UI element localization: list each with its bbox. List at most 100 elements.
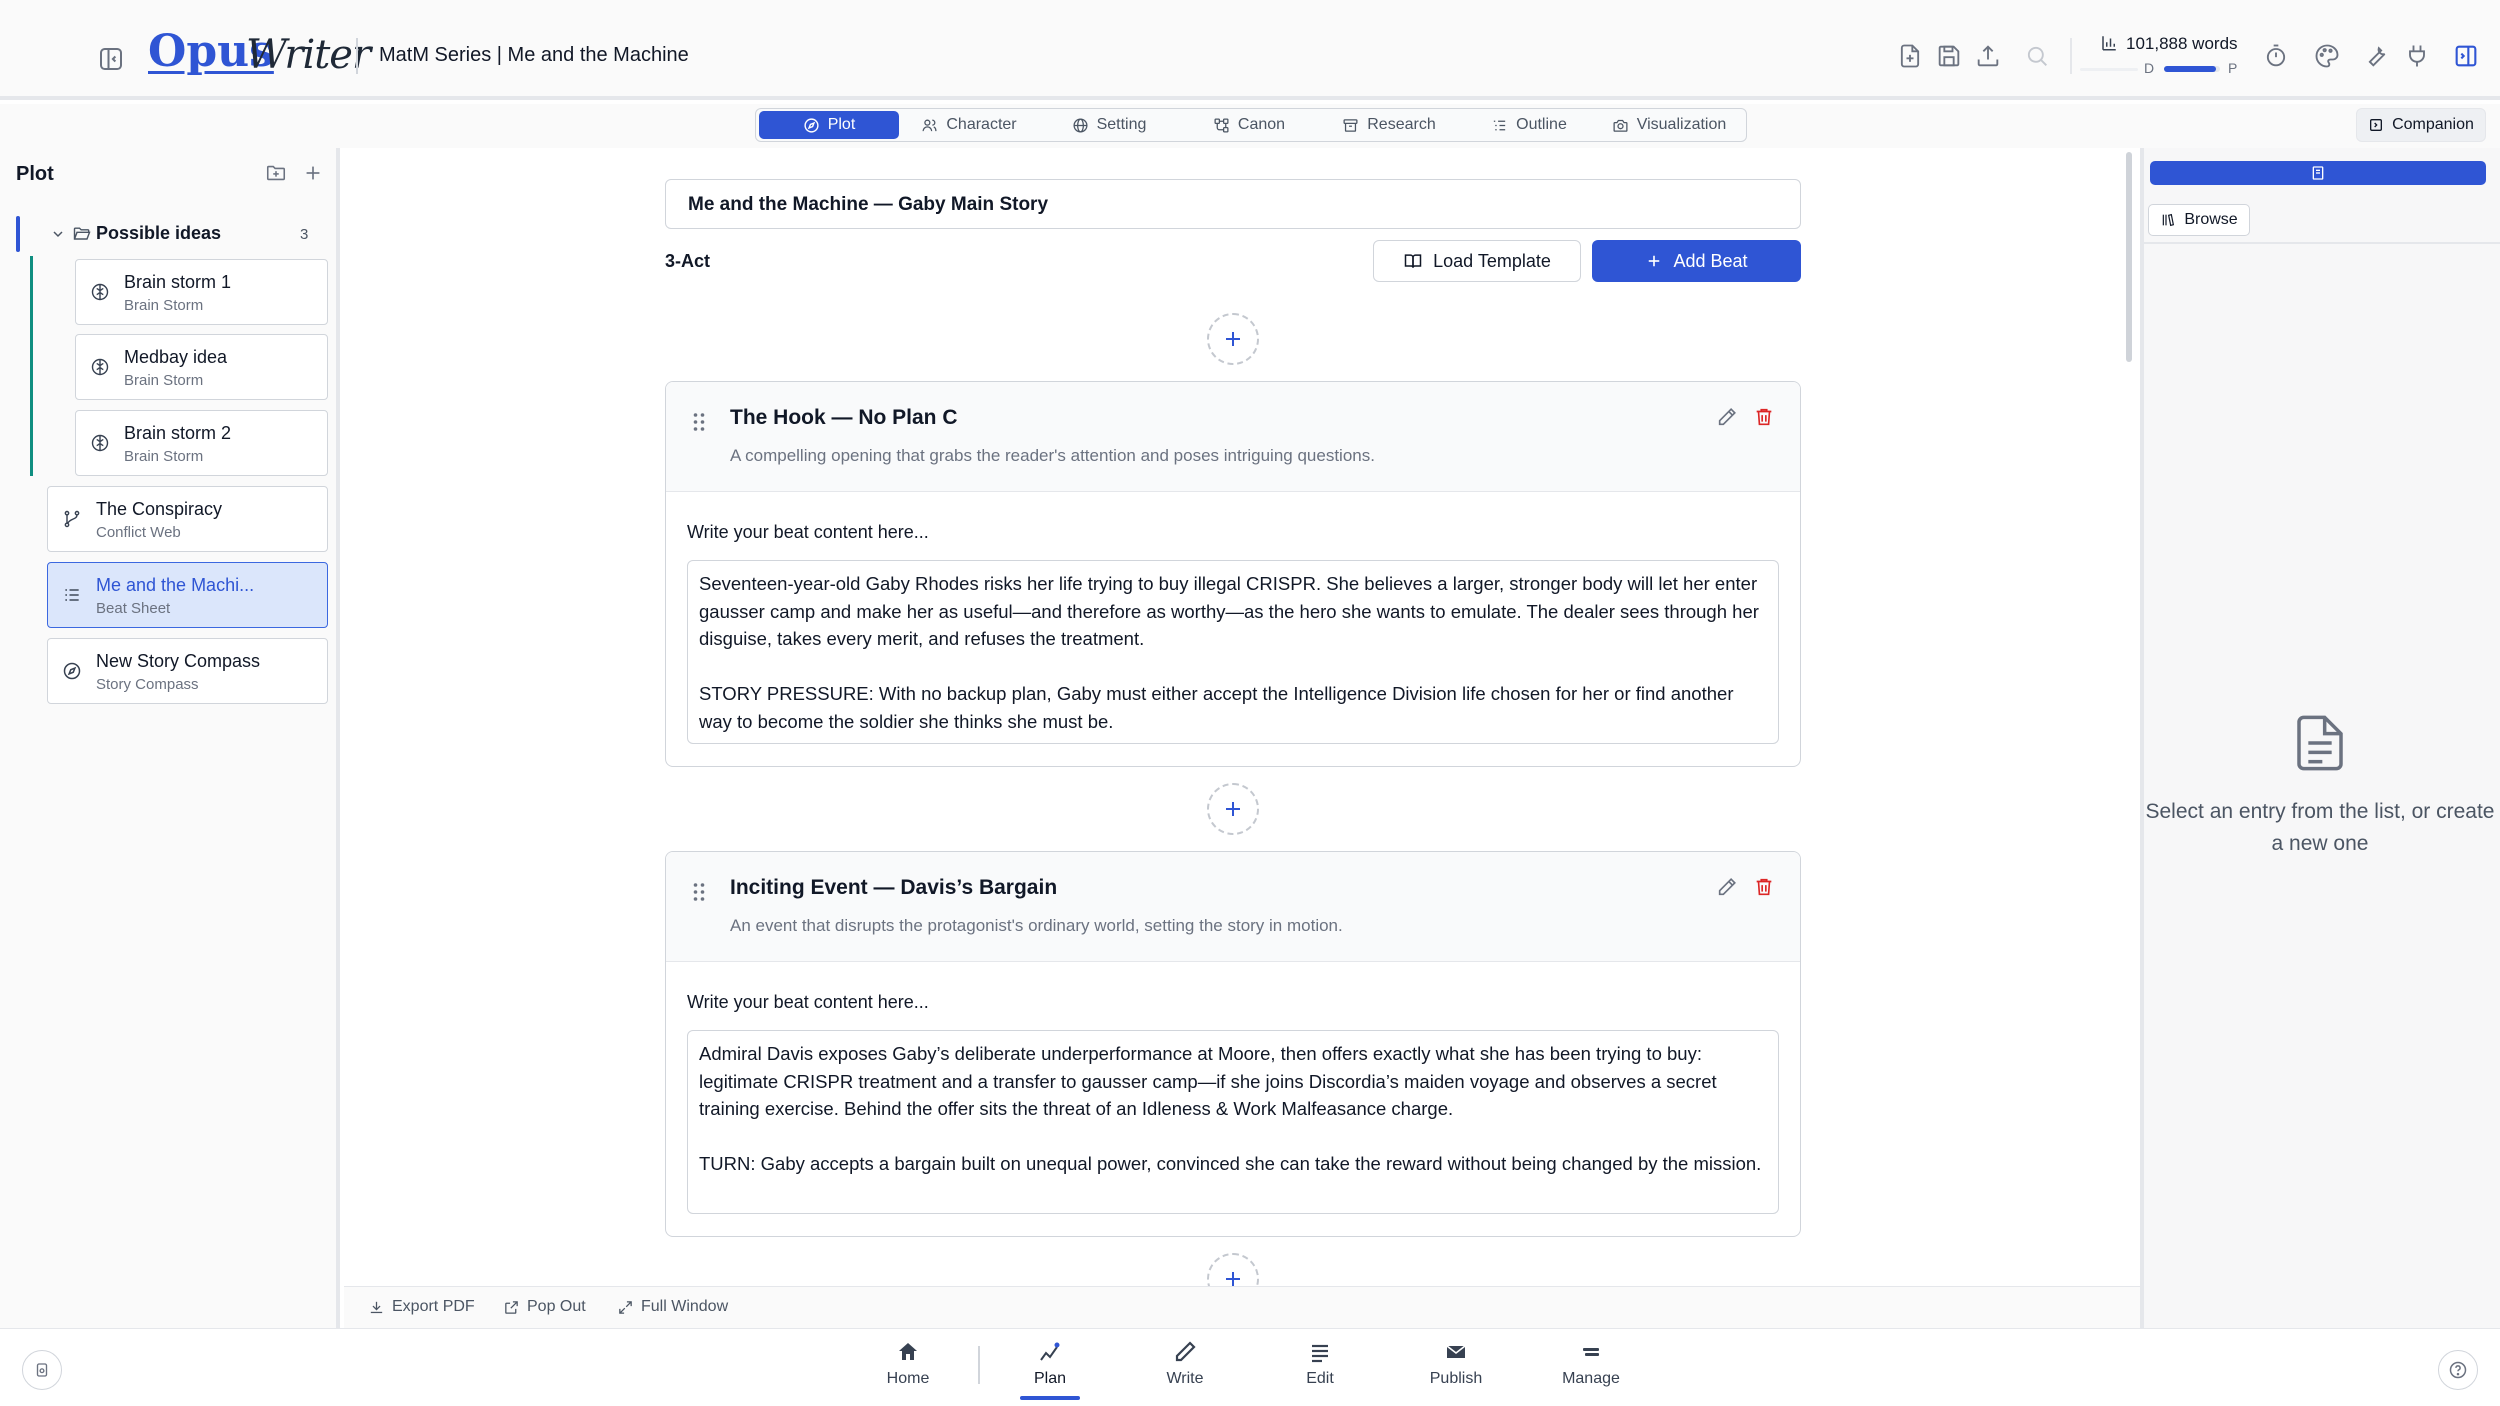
wrench-icon[interactable]	[2364, 42, 2392, 70]
tab-setting[interactable]: Setting	[1039, 111, 1179, 139]
tab-research[interactable]: Research	[1319, 111, 1459, 139]
nav-label: Home	[886, 1370, 930, 1387]
sidebar-open-icon	[2370, 119, 2383, 131]
folder-tree-line	[30, 256, 33, 476]
beat-content-textarea[interactable]: Seventeen-year-old Gaby Rhodes risks her…	[687, 560, 1779, 744]
pop-out-button[interactable]: Pop Out	[503, 1298, 586, 1316]
export-icon[interactable]	[1974, 42, 2002, 70]
maximize-icon	[619, 1300, 632, 1314]
list-icon	[1493, 120, 1506, 130]
compass-icon	[62, 661, 82, 681]
notebook-icon	[2312, 166, 2324, 180]
nav-edit[interactable]: Edit	[1270, 1340, 1370, 1388]
tab-character[interactable]: Character	[899, 111, 1039, 139]
companion-button[interactable]: Companion	[2356, 108, 2486, 142]
tab-outline[interactable]: Outline	[1459, 111, 1599, 139]
list-item-selected[interactable]: Me and the Machi... Beat Sheet	[47, 562, 328, 628]
story-title: Me and the Machine — Gaby Main Story	[688, 194, 1049, 215]
list-item[interactable]: Brain storm 2 Brain Storm	[75, 410, 328, 476]
nav-label: Manage	[1562, 1370, 1620, 1387]
tab-plot[interactable]: Plot	[759, 111, 899, 139]
trash-icon[interactable]	[1753, 876, 1775, 898]
beat-content-textarea[interactable]: Admiral Davis exposes Gaby’s deliberate …	[687, 1030, 1779, 1214]
pencil-icon[interactable]	[1716, 406, 1738, 428]
nav-plan[interactable]: Plan	[1000, 1340, 1100, 1388]
plug-icon[interactable]	[2403, 42, 2431, 70]
content-placeholder-label: Write your beat content here...	[687, 992, 929, 1012]
tab-visualization[interactable]: Visualization	[1599, 111, 1739, 139]
word-count[interactable]: 101,888 words	[2126, 34, 2238, 54]
scrollbar[interactable]	[2126, 152, 2132, 362]
beat-header	[666, 852, 1800, 962]
archive-icon	[1343, 118, 1358, 132]
folder-count: 3	[300, 226, 309, 243]
drag-handle-icon[interactable]	[692, 410, 706, 434]
trash-icon[interactable]	[1753, 406, 1775, 428]
beat-paragraph: Admiral Davis exposes Gaby’s deliberate …	[699, 1043, 1717, 1119]
nav-publish[interactable]: Publish	[1406, 1340, 1506, 1388]
users-icon	[922, 119, 937, 131]
nav-home[interactable]: Home	[858, 1340, 958, 1388]
load-template-button[interactable]: Load Template	[1373, 240, 1581, 282]
item-subtitle: Beat Sheet	[96, 600, 171, 617]
app-logo[interactable]: Opus Writer	[148, 26, 371, 82]
list-item[interactable]: Medbay idea Brain Storm	[75, 334, 328, 400]
draft-progress-fill	[2164, 66, 2217, 72]
nav-separator	[978, 1346, 980, 1384]
list-item[interactable]: The Conspiracy Conflict Web	[47, 486, 328, 552]
drag-handle-icon[interactable]	[692, 880, 706, 904]
beat-card: Inciting Event — Davis’s Bargain An even…	[665, 851, 1801, 1237]
beat-header	[666, 382, 1800, 492]
item-subtitle: Brain Storm	[124, 448, 204, 465]
nav-label: Edit	[1306, 1370, 1334, 1387]
git-branch-icon	[62, 509, 82, 529]
sidebar-toggle-icon[interactable]	[96, 44, 126, 74]
mail-icon	[1446, 1345, 1466, 1358]
top-bar	[0, 0, 2500, 100]
network-icon	[1214, 117, 1229, 133]
section-tabs: Plot Character Setting Canon Research Ou…	[755, 108, 1747, 142]
tab-label: Visualization	[1636, 116, 1727, 133]
full-window-button[interactable]: Full Window	[617, 1298, 728, 1316]
list-item[interactable]: Brain storm 1 Brain Storm	[75, 259, 328, 325]
nav-manage[interactable]: Manage	[1541, 1340, 1641, 1388]
empty-state-message: Select an entry from the list, or create…	[2145, 800, 2495, 855]
save-icon[interactable]	[1935, 42, 1963, 70]
nav-active-indicator	[1020, 1396, 1080, 1400]
beat-paragraph: TURN: Gaby accepts a bargain built on un…	[699, 1153, 1762, 1174]
plus-icon	[1649, 255, 1660, 267]
content-placeholder-label: Write your beat content here...	[687, 522, 929, 542]
new-file-icon[interactable]	[1896, 42, 1924, 70]
tab-label: Plot	[827, 116, 856, 133]
plus-icon[interactable]	[302, 162, 324, 184]
companion-notes-tab[interactable]	[2150, 161, 2486, 185]
new-folder-icon[interactable]	[265, 162, 287, 184]
insert-beat-button[interactable]	[1207, 783, 1259, 835]
tab-label: Canon	[1237, 116, 1286, 133]
structure-label: 3-Act	[665, 251, 711, 271]
help-button[interactable]	[2438, 1350, 2478, 1390]
plan-icon	[1040, 1342, 1060, 1361]
title-divider	[356, 38, 358, 74]
nav-write[interactable]: Write	[1135, 1340, 1235, 1388]
add-beat-button[interactable]: Add Beat	[1592, 240, 1801, 282]
bottom-navigation	[0, 1328, 2500, 1406]
list-item[interactable]: New Story Compass Story Compass	[47, 638, 328, 704]
search-icon[interactable]	[2023, 42, 2051, 70]
beat-title: Inciting Event — Davis’s Bargain	[730, 876, 1058, 899]
camera-icon	[1613, 119, 1628, 132]
palette-icon[interactable]	[2313, 42, 2341, 70]
tab-canon[interactable]: Canon	[1179, 111, 1319, 139]
panel-right-icon[interactable]	[2452, 42, 2480, 70]
export-pdf-button[interactable]: Export PDF	[368, 1298, 475, 1316]
chevron-down-icon[interactable]	[50, 226, 66, 242]
backup-button[interactable]	[22, 1350, 62, 1390]
item-subtitle: Story Compass	[96, 676, 199, 693]
insert-beat-button[interactable]	[1207, 313, 1259, 365]
browse-button[interactable]: Browse	[2148, 204, 2250, 236]
folder-label: Possible ideas	[96, 223, 222, 243]
timer-icon[interactable]	[2262, 42, 2290, 70]
tab-label: Research	[1367, 116, 1436, 133]
pencil-icon[interactable]	[1716, 876, 1738, 898]
plus-icon	[1226, 332, 1240, 346]
